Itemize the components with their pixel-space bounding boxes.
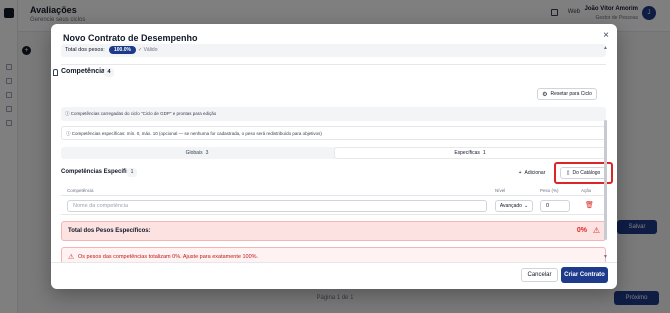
add-competency-button[interactable]: + Adicionar (512, 166, 552, 179)
total-weights-badge: 100.0% (109, 46, 136, 54)
alert-text: Os pesos das competências totalizam 0%. … (78, 254, 259, 260)
close-icon[interactable]: × (603, 30, 609, 41)
modal-body: Total dos pesos: 100.0% ✓ Válido Competê… (51, 44, 617, 262)
cancel-button[interactable]: Cancelar (521, 268, 558, 282)
col-nivel: Nível (495, 188, 506, 193)
competency-name-input[interactable] (67, 200, 487, 212)
from-catalog-button[interactable]: ▯ Do Catálogo (560, 167, 607, 179)
competencies-count-badge: 4 (104, 68, 114, 77)
tab-label: Específicas (454, 150, 480, 156)
competency-tabs: Globais 3 Específicas 1 (61, 147, 606, 159)
total-specific-value: 0% (576, 227, 587, 234)
col-acao: Ação (581, 188, 592, 193)
col-peso: Peso (%) (540, 188, 559, 193)
competency-table-header: Competência Nível Peso (%) Ação (61, 185, 606, 195)
scroll-down-icon[interactable]: ▼ (603, 254, 608, 260)
book-icon: ▯ (566, 170, 570, 176)
catalog-button-label: Do Catálogo (572, 170, 601, 176)
total-weights-label: Total dos pesos: (65, 47, 105, 53)
info-loaded-text: Competências carregadas do ciclo "Ciclo … (70, 111, 217, 116)
specific-count-badge: 1 (127, 168, 137, 177)
total-specific-label: Total dos Pesos Específicos: (68, 228, 151, 234)
trash-icon[interactable]: 🗑 (585, 201, 594, 209)
info-loaded: ⓘ Competências carregadas do ciclo "Cicl… (61, 107, 606, 121)
reset-button-label: Resetar para Ciclo (550, 91, 592, 97)
tab-label: Globais (185, 150, 203, 156)
award-icon (53, 69, 58, 76)
scrollbar[interactable] (604, 120, 607, 240)
tab-count: 1 (482, 150, 486, 156)
tab-count: 3 (205, 150, 209, 156)
create-contract-button[interactable]: Criar Contrato (561, 267, 608, 283)
weight-input[interactable] (540, 200, 570, 212)
tab-especificas[interactable]: Específicas 1 (335, 148, 605, 158)
specific-competencies-title: Competências Específicas (61, 169, 137, 175)
info-specific-text: Competências específicas: mín. 0, máx. 1… (71, 131, 322, 136)
table-row: Avançado ⌄ 🗑 (61, 195, 606, 215)
info-specific: ⓘ Competências específicas: mín. 0, máx.… (61, 126, 606, 140)
warning-icon: ⚠ (592, 226, 600, 235)
competencies-title: Competências (61, 68, 109, 75)
level-select[interactable]: Avançado ⌄ (495, 200, 533, 212)
tab-globais[interactable]: Globais 3 (62, 148, 332, 158)
chevron-down-icon: ⌄ (523, 203, 529, 209)
total-specific-weights: Total dos Pesos Específicos: 0% ⚠ (61, 221, 606, 241)
valid-status: ✓ Válido (138, 47, 158, 53)
plus-icon: + (518, 169, 522, 176)
modal-title: Novo Contrato de Desempenho (63, 33, 198, 43)
scroll-up-icon[interactable]: ▲ (603, 45, 608, 51)
modal-footer: Cancelar Criar Contrato (51, 262, 617, 289)
alert-icon: ⚠ (68, 254, 75, 261)
performance-contract-modal: Novo Contrato de Desempenho × Total dos … (51, 24, 617, 289)
settings-icon: ⚙ (542, 91, 548, 98)
add-button-label: Adicionar (524, 169, 546, 176)
weights-alert: ⚠ Os pesos das competências totalizam 0%… (61, 247, 606, 262)
reset-to-cycle-button[interactable]: ⚙ Resetar para Ciclo (537, 88, 597, 100)
level-value: Avançado (499, 203, 522, 209)
col-competencia: Competência (67, 188, 94, 193)
total-weights-bar: Total dos pesos: 100.0% ✓ Válido (61, 44, 606, 57)
competencies-section (61, 64, 606, 109)
